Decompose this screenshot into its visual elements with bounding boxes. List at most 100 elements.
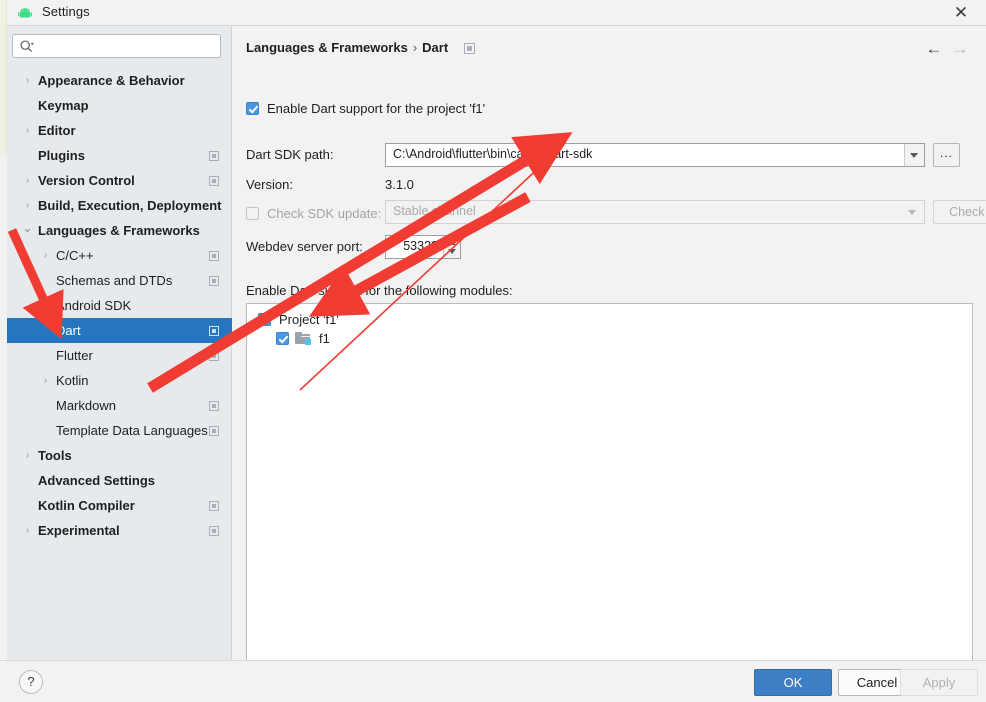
- chevron-right-icon[interactable]: ›: [40, 368, 51, 393]
- search-icon: [20, 40, 34, 52]
- sidebar-item-template-data-languages[interactable]: Template Data Languages: [7, 418, 232, 443]
- module-checkbox[interactable]: [276, 332, 289, 345]
- chevron-right-icon[interactable]: ›: [22, 118, 33, 143]
- sidebar-item-label: Markdown: [56, 398, 116, 413]
- sidebar-item-label: Appearance & Behavior: [38, 73, 185, 88]
- chevron-right-icon[interactable]: ›: [22, 193, 33, 218]
- module-label: f1: [319, 331, 330, 346]
- enable-dart-support-row[interactable]: Enable Dart support for the project 'f1': [246, 101, 485, 116]
- check-sdk-update-checkbox[interactable]: [246, 207, 259, 220]
- ok-button[interactable]: OK: [754, 669, 832, 696]
- sidebar-item-label: Build, Execution, Deployment: [38, 198, 222, 213]
- sidebar-item-label: Languages & Frameworks: [38, 223, 200, 238]
- stepper-buttons[interactable]: [443, 236, 460, 258]
- config-marker-icon: [209, 526, 219, 536]
- breadcrumb-config-icon: [464, 43, 475, 54]
- sidebar-item-markdown[interactable]: Markdown: [7, 393, 232, 418]
- chevron-right-icon[interactable]: ›: [22, 68, 33, 93]
- sidebar-item-kotlin-compiler[interactable]: Kotlin Compiler: [7, 493, 232, 518]
- nav-back-icon[interactable]: ←: [921, 38, 947, 60]
- dart-sdk-path-field[interactable]: C:\Android\flutter\bin\cache\dart-sdk: [385, 143, 925, 167]
- breadcrumb-current: Dart: [422, 40, 449, 55]
- chevron-down-icon[interactable]: ⌄: [22, 218, 33, 243]
- stepper-up-icon[interactable]: [448, 240, 456, 245]
- settings-tree: › Appearance & Behavior Keymap › Editor Plugi…: [7, 68, 232, 543]
- sidebar-item-languages-frameworks[interactable]: ⌄ Languages & Frameworks: [7, 218, 232, 243]
- sidebar-item-label: Kotlin: [56, 373, 89, 388]
- breadcrumb-separator: ›: [412, 40, 418, 55]
- project-checkbox[interactable]: [258, 313, 271, 326]
- close-icon[interactable]: ✕: [950, 3, 972, 23]
- nav-forward-icon[interactable]: →: [947, 38, 973, 60]
- sidebar-item-tools[interactable]: › Tools: [7, 443, 232, 468]
- sidebar-item-plugins[interactable]: Plugins: [7, 143, 232, 168]
- sidebar-item-kotlin[interactable]: › Kotlin: [7, 368, 232, 393]
- enable-dart-support-checkbox[interactable]: [246, 102, 259, 115]
- settings-sidebar: › Appearance & Behavior Keymap › Editor Plugi…: [7, 26, 232, 660]
- modules-tree[interactable]: Project 'f1' f1: [246, 303, 973, 675]
- sidebar-item-label: C/C++: [56, 248, 94, 263]
- stepper-down-icon[interactable]: [448, 249, 456, 254]
- sidebar-item-version-control[interactable]: › Version Control: [7, 168, 232, 193]
- dart-sdk-path-value: C:\Android\flutter\bin\cache\dart-sdk: [393, 147, 593, 161]
- enable-dart-support-label: Enable Dart support for the project 'f1': [267, 101, 486, 116]
- sidebar-item-build-execution-deployment[interactable]: › Build, Execution, Deployment: [7, 193, 232, 218]
- chevron-down-icon: [910, 153, 918, 158]
- webdev-port-value[interactable]: 53322: [403, 239, 438, 253]
- apply-button[interactable]: Apply: [900, 669, 978, 696]
- sidebar-item-label: Advanced Settings: [38, 473, 156, 488]
- config-marker-icon: [209, 276, 219, 286]
- sdk-update-channel-select[interactable]: Stable channel: [385, 200, 925, 224]
- config-marker-icon: [209, 401, 219, 411]
- sidebar-item-editor[interactable]: › Editor: [7, 118, 232, 143]
- sidebar-item-label: Tools: [38, 448, 72, 463]
- sidebar-item-label: Dart: [56, 323, 81, 338]
- config-marker-icon: [209, 326, 219, 336]
- window-title: Settings: [42, 4, 90, 19]
- chevron-right-icon[interactable]: ›: [22, 518, 33, 543]
- sidebar-item-label: Template Data Languages: [56, 423, 208, 438]
- config-marker-icon: [209, 351, 219, 361]
- dart-sdk-browse-button[interactable]: ...: [933, 143, 960, 167]
- config-marker-icon: [209, 501, 219, 511]
- webdev-port-stepper[interactable]: 53322: [385, 235, 461, 259]
- modules-tree-row-project[interactable]: Project 'f1': [258, 312, 339, 327]
- project-label: Project 'f1': [279, 312, 339, 327]
- title-bar: Settings ✕: [0, 0, 986, 26]
- search-input[interactable]: [38, 35, 220, 59]
- version-label: Version:: [246, 177, 293, 192]
- config-marker-icon: [209, 176, 219, 186]
- search-field[interactable]: [12, 34, 221, 59]
- sidebar-item-schemas-and-dtds[interactable]: Schemas and DTDs: [7, 268, 232, 293]
- check-now-button[interactable]: Check now: [933, 200, 986, 224]
- dart-sdk-path-dropdown-button[interactable]: [904, 144, 924, 166]
- chevron-right-icon[interactable]: ›: [22, 168, 33, 193]
- chevron-right-icon[interactable]: ›: [22, 443, 33, 468]
- sidebar-item-keymap[interactable]: Keymap: [7, 93, 232, 118]
- sidebar-item-flutter[interactable]: Flutter: [7, 343, 232, 368]
- chevron-down-icon: [908, 210, 916, 215]
- sidebar-item-label: Flutter: [56, 348, 93, 363]
- version-value: 3.1.0: [385, 177, 414, 192]
- sidebar-item-experimental[interactable]: › Experimental: [7, 518, 232, 543]
- config-marker-icon: [209, 426, 219, 436]
- sidebar-item-label: Editor: [38, 123, 76, 138]
- check-sdk-update-row[interactable]: Check SDK update:: [246, 206, 381, 221]
- left-edge-accent: [0, 0, 7, 155]
- sidebar-item-label: Version Control: [38, 173, 135, 188]
- dart-sdk-path-label: Dart SDK path:: [246, 147, 334, 162]
- breadcrumb-parent[interactable]: Languages & Frameworks: [246, 40, 408, 55]
- help-button[interactable]: ?: [19, 670, 43, 694]
- settings-dialog: Settings ✕ › Appearance & Behavior Keymap ›…: [0, 0, 986, 702]
- sidebar-item-advanced-settings[interactable]: Advanced Settings: [7, 468, 232, 493]
- module-folder-icon: [295, 332, 311, 345]
- config-marker-icon: [209, 151, 219, 161]
- sidebar-item-dart[interactable]: Dart: [7, 318, 232, 343]
- sidebar-item-appearance-behavior[interactable]: › Appearance & Behavior: [7, 68, 232, 93]
- android-robot-icon: [18, 8, 32, 18]
- modules-tree-row-module[interactable]: f1: [276, 331, 330, 346]
- sidebar-item-c-c[interactable]: › C/C++: [7, 243, 232, 268]
- sdk-update-channel-value: Stable channel: [393, 204, 476, 218]
- chevron-right-icon[interactable]: ›: [40, 243, 51, 268]
- sidebar-item-android-sdk[interactable]: Android SDK: [7, 293, 232, 318]
